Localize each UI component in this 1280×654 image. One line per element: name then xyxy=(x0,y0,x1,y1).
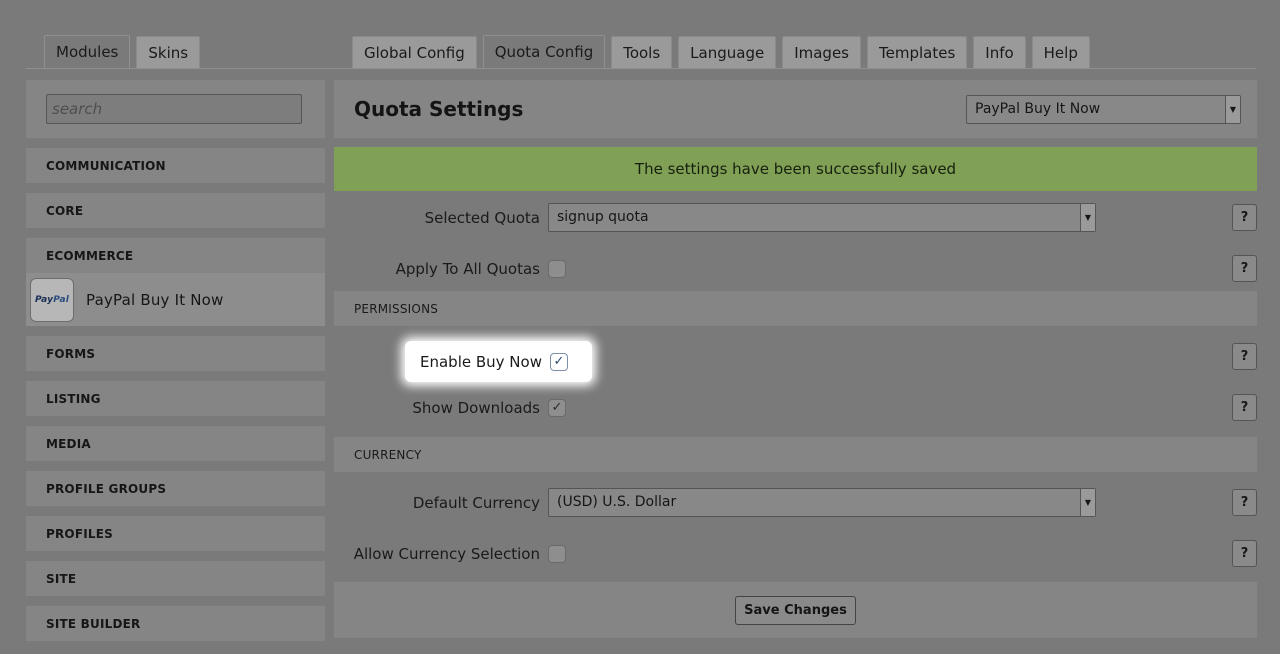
tab-tools[interactable]: Tools xyxy=(611,36,673,69)
save-changes-button[interactable]: Save Changes xyxy=(735,595,856,625)
paypal-logo-icon: Pay Pal xyxy=(30,277,74,322)
section-permissions: PERMISSIONS xyxy=(334,291,1257,326)
sidebar-item-site-builder[interactable]: SITE BUILDER xyxy=(26,606,325,641)
chevron-down-icon: ▼ xyxy=(1225,95,1240,123)
sidebar-item-label: PayPal Buy It Now xyxy=(86,290,224,309)
left-tabbar: Modules Skins xyxy=(44,35,201,69)
allow-currency-checkbox[interactable] xyxy=(548,544,566,563)
panel-header: Quota Settings PayPal Buy It Now ▼ xyxy=(334,80,1257,138)
chevron-down-icon: ▼ xyxy=(1080,489,1095,516)
row-default-currency: Default Currency (USD) U.S. Dollar ▼ ? xyxy=(334,477,1257,528)
right-tabbar: Global Config Quota Config Tools Languag… xyxy=(352,35,1090,69)
chevron-down-icon: ▼ xyxy=(1080,204,1095,231)
module-select[interactable]: PayPal Buy It Now ▼ xyxy=(966,94,1241,124)
show-downloads-checkbox[interactable]: ✓ xyxy=(548,398,566,417)
sidebar: COMMUNICATION CORE ECOMMERCE PayPal PayP… xyxy=(26,80,325,651)
default-currency-value: (USD) U.S. Dollar xyxy=(557,494,677,510)
tab-images[interactable]: Images xyxy=(782,36,861,69)
row-allow-currency: Allow Currency Selection ? xyxy=(334,528,1257,579)
tab-help[interactable]: Help xyxy=(1031,36,1090,69)
sidebar-item-paypal-buy-it-now[interactable]: Pay Pal PayPal Buy It Now xyxy=(26,273,325,326)
sidebar-item-site[interactable]: SITE xyxy=(26,561,325,596)
selected-quota-value: signup quota xyxy=(557,209,649,225)
selected-quota-select[interactable]: signup quota ▼ xyxy=(548,203,1096,232)
help-button[interactable]: ? xyxy=(1232,204,1257,231)
row-show-downloads: Show Downloads ✓ ? xyxy=(334,382,1257,433)
tab-language[interactable]: Language xyxy=(678,36,777,69)
sidebar-item-listing[interactable]: LISTING xyxy=(26,381,325,416)
help-button[interactable]: ? xyxy=(1232,255,1257,282)
success-notice: The settings have been successfully save… xyxy=(334,147,1257,191)
help-button[interactable]: ? xyxy=(1232,540,1257,567)
allow-currency-label: Allow Currency Selection xyxy=(353,544,540,563)
apply-all-label: Apply To All Quotas xyxy=(395,259,540,278)
sidebar-item-media[interactable]: MEDIA xyxy=(26,426,325,461)
row-apply-all: Apply To All Quotas ? xyxy=(334,243,1257,294)
enable-buy-now-checkbox[interactable]: ✓ xyxy=(549,352,568,371)
check-icon: ✓ xyxy=(551,400,563,415)
sidebar-item-core[interactable]: CORE xyxy=(26,193,325,228)
search-container xyxy=(26,80,325,138)
tab-skins[interactable]: Skins xyxy=(136,36,201,69)
tab-modules[interactable]: Modules xyxy=(44,35,131,69)
help-button[interactable]: ? xyxy=(1232,394,1257,421)
section-currency: CURRENCY xyxy=(334,437,1257,472)
sidebar-item-forms[interactable]: FORMS xyxy=(26,336,325,371)
tab-quota-config[interactable]: Quota Config xyxy=(482,35,606,69)
tab-divider xyxy=(26,68,1256,69)
apply-all-checkbox[interactable] xyxy=(548,259,566,278)
help-button[interactable]: ? xyxy=(1232,489,1257,516)
default-currency-select[interactable]: (USD) U.S. Dollar ▼ xyxy=(548,488,1096,517)
panel-footer: Save Changes xyxy=(334,582,1257,638)
tab-info[interactable]: Info xyxy=(973,36,1026,69)
default-currency-label: Default Currency xyxy=(412,493,540,512)
highlighted-enable-buy-now: Enable Buy Now ✓ xyxy=(405,341,592,382)
row-selected-quota: Selected Quota signup quota ▼ ? xyxy=(334,192,1257,243)
sidebar-item-communication[interactable]: COMMUNICATION xyxy=(26,148,325,183)
page-title: Quota Settings xyxy=(354,97,524,121)
sidebar-item-profile-groups[interactable]: PROFILE GROUPS xyxy=(26,471,325,506)
selected-quota-label: Selected Quota xyxy=(424,208,540,227)
help-button[interactable]: ? xyxy=(1232,343,1257,370)
module-select-value: PayPal Buy It Now xyxy=(975,100,1101,117)
enable-buy-now-label: Enable Buy Now xyxy=(420,352,542,371)
tab-templates[interactable]: Templates xyxy=(867,36,968,69)
tab-global-config[interactable]: Global Config xyxy=(352,36,477,69)
sidebar-item-ecommerce[interactable]: ECOMMERCE xyxy=(26,238,325,273)
search-input[interactable] xyxy=(46,94,302,124)
check-icon: ✓ xyxy=(553,354,565,369)
sidebar-item-profiles[interactable]: PROFILES xyxy=(26,516,325,551)
show-downloads-label: Show Downloads xyxy=(412,398,540,417)
